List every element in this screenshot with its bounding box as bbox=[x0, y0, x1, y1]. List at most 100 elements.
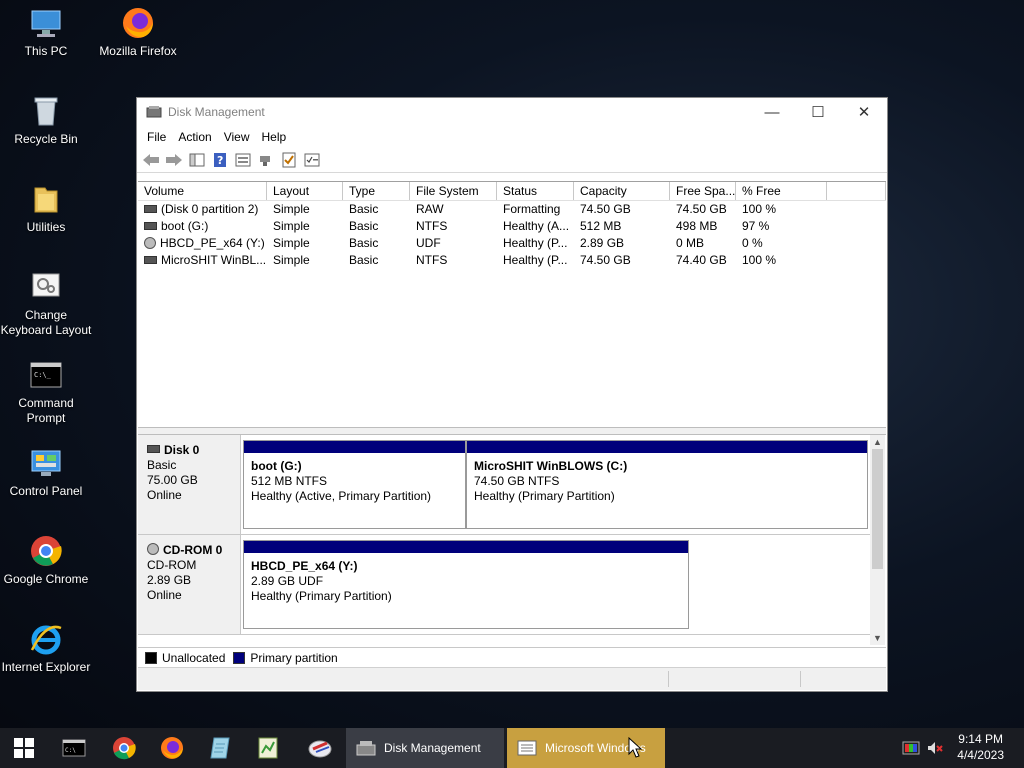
legend: Unallocated Primary partition bbox=[138, 647, 886, 667]
volume-list-header: Volume Layout Type File System Status Ca… bbox=[138, 181, 886, 201]
taskbar-firefox-icon[interactable] bbox=[150, 728, 194, 768]
menu-action[interactable]: Action bbox=[172, 130, 217, 144]
taskbar-chrome-icon[interactable] bbox=[102, 728, 146, 768]
disk-management-app-icon bbox=[146, 105, 162, 119]
minimize-button[interactable]: — bbox=[749, 98, 795, 126]
taskbar-notepad-icon[interactable] bbox=[198, 728, 242, 768]
list-settings-icon[interactable] bbox=[302, 151, 322, 169]
clock[interactable]: 9:14 PM 4/4/2023 bbox=[957, 731, 1004, 763]
folder-icon bbox=[29, 182, 63, 216]
connect-icon[interactable] bbox=[256, 151, 276, 169]
forward-icon[interactable] bbox=[164, 151, 184, 169]
check-icon[interactable] bbox=[279, 151, 299, 169]
table-row[interactable]: boot (G:) Simple Basic NTFS Healthy (A..… bbox=[138, 218, 886, 235]
disk-row-cdrom-0[interactable]: CD-ROM 0 CD-ROM 2.89 GB Online HBCD_PE_x… bbox=[138, 535, 871, 635]
column-header-blank[interactable] bbox=[827, 182, 886, 200]
column-header-type[interactable]: Type bbox=[343, 182, 410, 200]
legend-item-primary: Primary partition bbox=[233, 651, 338, 665]
back-icon[interactable] bbox=[141, 151, 161, 169]
scroll-down-icon[interactable]: ▼ bbox=[870, 631, 885, 645]
cd-rom-icon bbox=[147, 542, 159, 555]
display-color-icon[interactable] bbox=[902, 740, 920, 756]
disk-info-disk-0[interactable]: Disk 0 Basic 75.00 GB Online bbox=[138, 435, 241, 534]
column-header-file-system[interactable]: File System bbox=[410, 182, 497, 200]
menu-file[interactable]: File bbox=[141, 130, 172, 144]
desktop-icon-utilities[interactable]: Utilities bbox=[0, 182, 92, 235]
cd-volume-icon bbox=[144, 236, 156, 249]
properties-icon[interactable] bbox=[233, 151, 253, 169]
svg-text:C:\_: C:\_ bbox=[34, 371, 52, 379]
column-header-status[interactable]: Status bbox=[497, 182, 574, 200]
recycle-bin-icon bbox=[29, 94, 63, 128]
partition-c[interactable]: MicroSHIT WinBLOWS (C:) 74.50 GB NTFS He… bbox=[466, 440, 868, 529]
desktop-icon-this-pc[interactable]: This PC bbox=[0, 6, 92, 59]
close-button[interactable]: ✕ bbox=[841, 98, 887, 126]
menu-view[interactable]: View bbox=[218, 130, 256, 144]
title-bar[interactable]: Disk Management — ☐ ✕ bbox=[137, 98, 887, 126]
vertical-scrollbar[interactable]: ▲ ▼ bbox=[870, 435, 885, 645]
toolbar: ? bbox=[137, 148, 887, 173]
desktop-icon-keyboard-layout[interactable]: Change Keyboard Layout bbox=[0, 270, 92, 338]
volume-list[interactable]: Volume Layout Type File System Status Ca… bbox=[138, 181, 886, 426]
firefox-icon bbox=[121, 6, 155, 40]
primary-partition-swatch bbox=[233, 651, 246, 664]
table-row[interactable]: HBCD_PE_x64 (Y:) Simple Basic UDF Health… bbox=[138, 235, 886, 252]
desktop-icon-control-panel[interactable]: Control Panel bbox=[0, 446, 92, 499]
desktop-icon-firefox[interactable]: Mozilla Firefox bbox=[92, 6, 184, 59]
command-prompt-icon: C:\_ bbox=[29, 358, 63, 392]
column-header-layout[interactable]: Layout bbox=[267, 182, 343, 200]
column-header-percent-free[interactable]: % Free bbox=[736, 182, 827, 200]
start-button[interactable] bbox=[0, 728, 48, 768]
disk-info-cdrom-0[interactable]: CD-ROM 0 CD-ROM 2.89 GB Online bbox=[138, 535, 241, 634]
windows-logo-icon bbox=[14, 738, 34, 758]
desktop-icon-command-prompt[interactable]: C:\_ Command Prompt bbox=[0, 358, 92, 426]
volume-muted-icon[interactable] bbox=[926, 740, 944, 756]
desktop-icon-chrome[interactable]: Google Chrome bbox=[0, 534, 92, 587]
legend-item-unallocated: Unallocated bbox=[145, 651, 225, 665]
pane-splitter[interactable] bbox=[138, 427, 886, 435]
clock-date: 4/4/2023 bbox=[957, 748, 1004, 762]
disk-management-task-icon bbox=[356, 740, 376, 756]
status-bar bbox=[138, 667, 886, 690]
chrome-icon bbox=[29, 534, 63, 568]
taskbar-tool-icon[interactable] bbox=[296, 728, 344, 768]
menu-help[interactable]: Help bbox=[256, 130, 293, 144]
column-header-free-space[interactable]: Free Spa... bbox=[670, 182, 736, 200]
table-row[interactable]: (Disk 0 partition 2) Simple Basic RAW Fo… bbox=[138, 201, 886, 218]
this-pc-icon bbox=[29, 6, 63, 40]
window-title: Disk Management bbox=[168, 105, 265, 119]
column-header-volume[interactable]: Volume bbox=[138, 182, 267, 200]
show-hide-tree-icon[interactable] bbox=[187, 151, 207, 169]
system-tray bbox=[902, 728, 944, 768]
list-window-icon bbox=[517, 740, 537, 756]
scroll-up-icon[interactable]: ▲ bbox=[870, 435, 885, 449]
maximize-button[interactable]: ☐ bbox=[795, 98, 841, 126]
partition-boot[interactable]: boot (G:) 512 MB NTFS Healthy (Active, P… bbox=[243, 440, 466, 529]
control-panel-icon bbox=[29, 446, 63, 480]
primary-partition-bar bbox=[467, 441, 867, 453]
column-header-capacity[interactable]: Capacity bbox=[574, 182, 670, 200]
mouse-cursor-icon bbox=[628, 737, 642, 758]
disk-graphical-view[interactable]: Disk 0 Basic 75.00 GB Online boot (G:) 5… bbox=[138, 435, 886, 645]
clock-time: 9:14 PM bbox=[958, 732, 1003, 746]
desktop-icon-recycle-bin[interactable]: Recycle Bin bbox=[0, 94, 92, 147]
primary-partition-bar bbox=[244, 541, 688, 553]
svg-text:C:\: C:\ bbox=[65, 747, 76, 754]
scrollbar-thumb[interactable] bbox=[872, 449, 883, 569]
internet-explorer-icon bbox=[29, 622, 63, 656]
svg-text:?: ? bbox=[217, 154, 223, 167]
desktop-icon-internet-explorer[interactable]: Internet Explorer bbox=[0, 622, 92, 675]
table-row[interactable]: MicroSHIT WinBL... Simple Basic NTFS Hea… bbox=[138, 252, 886, 269]
taskbar-task-disk-management[interactable]: Disk Management bbox=[346, 728, 504, 768]
disk-management-window[interactable]: Disk Management — ☐ ✕ File Action View H… bbox=[136, 97, 888, 692]
partition-y[interactable]: HBCD_PE_x64 (Y:) 2.89 GB UDF Healthy (Pr… bbox=[243, 540, 689, 629]
taskbar-spreadsheet-icon[interactable] bbox=[246, 728, 290, 768]
keyboard-layout-icon bbox=[29, 270, 63, 304]
taskbar-command-prompt-icon[interactable]: C:\ bbox=[52, 728, 96, 768]
disk-row-disk-0[interactable]: Disk 0 Basic 75.00 GB Online boot (G:) 5… bbox=[138, 435, 871, 535]
disk-volume-icon bbox=[144, 204, 157, 213]
disk-volume-icon bbox=[144, 221, 157, 230]
primary-partition-bar bbox=[244, 441, 465, 453]
help-icon[interactable]: ? bbox=[210, 151, 230, 169]
unallocated-swatch bbox=[145, 651, 157, 664]
